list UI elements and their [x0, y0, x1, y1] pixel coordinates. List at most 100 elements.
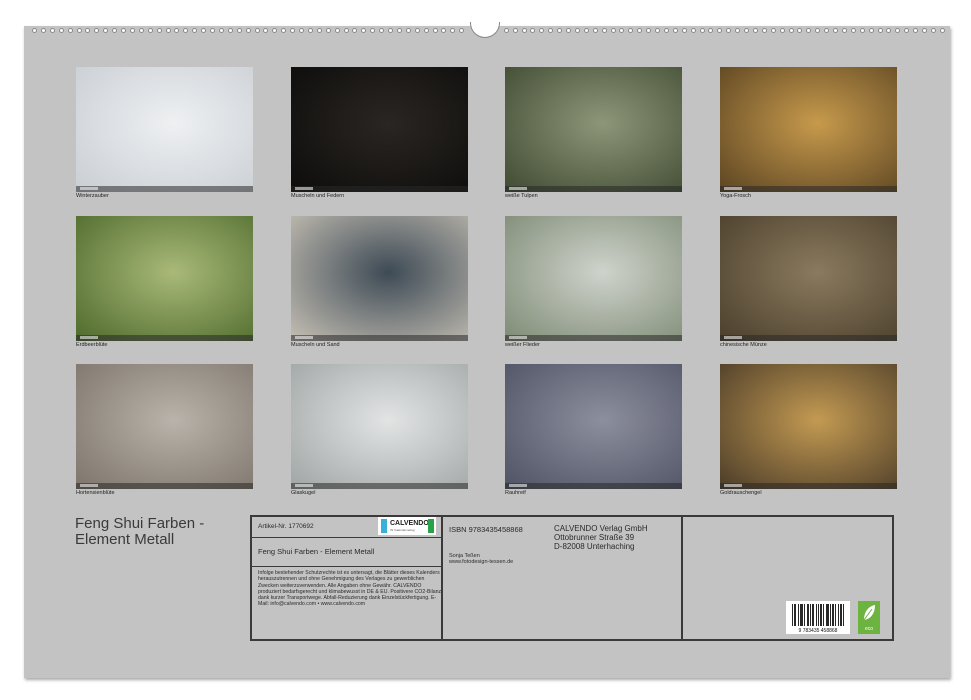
barcode-bars	[792, 604, 844, 626]
photo-date-strip	[505, 335, 682, 341]
barcode-bar	[800, 604, 801, 626]
binding-hole	[788, 28, 794, 33]
binding-hole	[690, 28, 696, 33]
binding-hole	[138, 28, 144, 33]
binding-hole	[112, 28, 118, 33]
month-photo	[720, 216, 897, 341]
binding-hole	[619, 28, 625, 33]
month-caption: Winterzauber	[76, 193, 109, 199]
divider	[681, 517, 683, 639]
month-photo	[76, 67, 253, 192]
photo-date-strip	[720, 186, 897, 192]
binding-hole	[459, 28, 465, 33]
logo-text: CALVENDO	[390, 520, 429, 527]
binding-hole	[147, 28, 153, 33]
photo-date-strip	[505, 186, 682, 192]
barcode-bar	[802, 604, 803, 626]
binding-hole	[530, 28, 536, 33]
photo-date-strip	[76, 335, 253, 341]
binding-hole	[254, 28, 260, 33]
binding-hole	[352, 28, 358, 33]
barcode-bar	[804, 604, 805, 626]
binding-hole	[628, 28, 634, 33]
month-photo	[291, 67, 468, 192]
binding-hole	[521, 28, 527, 33]
author-website: www.fotodesign-tessen.de	[449, 559, 514, 565]
month-photo	[291, 216, 468, 341]
month-photo	[76, 216, 253, 341]
month-photo	[720, 67, 897, 192]
binding-hole	[325, 28, 331, 33]
month-caption: Muscheln und Federn	[291, 193, 345, 199]
binding-hole	[503, 28, 509, 33]
binding-hole	[450, 28, 456, 33]
binding-hole	[156, 28, 162, 33]
publisher-street: Ottobrunner Straße 39	[554, 533, 635, 542]
binding-hole	[895, 28, 901, 33]
binding-hole	[841, 28, 847, 33]
month-caption: Glaskugel	[291, 490, 316, 496]
month-photo	[720, 364, 897, 489]
isbn-barcode: 9 783435 458868	[786, 601, 850, 634]
binding-hole	[85, 28, 91, 33]
publisher-address: CALVENDO Verlag GmbH Ottobrunner Straße …	[554, 524, 648, 551]
binding-hole	[432, 28, 438, 33]
divider	[252, 566, 441, 567]
binding-hole	[913, 28, 919, 33]
month-caption: Yoga-Frosch	[720, 193, 751, 199]
barcode-bar	[818, 604, 819, 626]
binding-hole	[939, 28, 945, 33]
binding-hole	[76, 28, 82, 33]
binding-hole	[281, 28, 287, 33]
month-caption: weiße Tulpen	[505, 193, 538, 199]
binding-hole	[930, 28, 936, 33]
barcode-bar	[820, 604, 821, 626]
binding-hole	[735, 28, 741, 33]
binding-hole	[779, 28, 785, 33]
legal-text: Infolge bestehender Schutzrechte ist es …	[258, 570, 442, 608]
binding-hole	[165, 28, 171, 33]
binding-hole	[227, 28, 233, 33]
binding-hole	[824, 28, 830, 33]
binding-hole	[183, 28, 189, 33]
binding-hole	[717, 28, 723, 33]
barcode-bar	[830, 604, 831, 626]
barcode-bar	[795, 604, 796, 626]
binding-hole	[566, 28, 571, 33]
binding-hole	[396, 28, 402, 33]
binding-hole	[423, 28, 429, 33]
binding-hole	[316, 28, 322, 33]
binding-hole	[699, 28, 705, 33]
binding-hole	[40, 28, 46, 33]
barcode-bar	[827, 604, 828, 626]
month-photo	[505, 216, 682, 341]
binding-hole	[441, 28, 447, 33]
product-title: Feng Shui Farben - Element Metall	[258, 547, 375, 556]
binding-hole	[922, 28, 927, 33]
barcode-bar	[816, 604, 817, 626]
photo-date-strip	[720, 483, 897, 489]
binding-hole	[663, 28, 669, 33]
binding-hole	[681, 28, 687, 33]
binding-hole	[548, 28, 554, 33]
binding-hole	[512, 28, 518, 33]
binding-hole	[388, 28, 393, 33]
binding-hole	[121, 28, 126, 33]
binding-hole	[797, 28, 803, 33]
month-photo	[76, 364, 253, 489]
calendar-title: Feng Shui Farben - Element Metall	[75, 516, 204, 548]
article-number: Artikel-Nr. 1770692	[258, 523, 314, 530]
binding-hole	[414, 28, 420, 33]
title-line-1: Feng Shui Farben -	[75, 515, 205, 532]
binding-hole	[370, 28, 376, 33]
barcode-bar	[828, 604, 829, 626]
binding-hole	[610, 28, 616, 33]
binding-hole	[655, 28, 660, 33]
logo-subtext: Ihr Kalenderverlag	[390, 528, 415, 532]
photo-date-strip	[720, 335, 897, 341]
binding-hole	[174, 28, 180, 33]
month-photo	[505, 364, 682, 489]
binding-hole	[307, 28, 313, 33]
isbn: ISBN 9783435458868	[449, 525, 523, 534]
binding-hole	[201, 28, 207, 33]
